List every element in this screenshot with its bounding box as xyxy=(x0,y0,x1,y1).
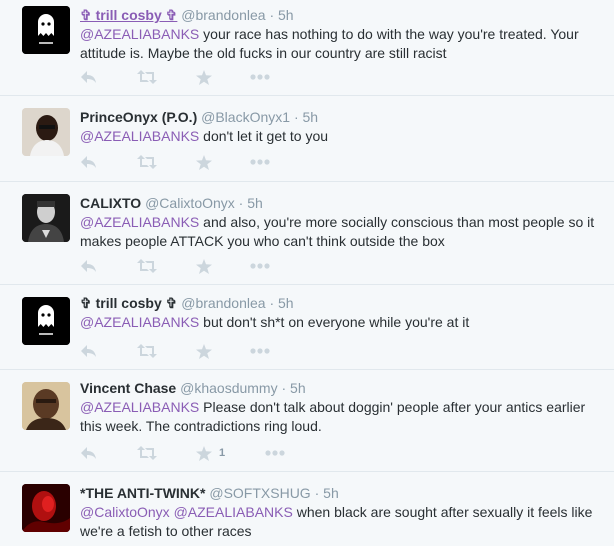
tweet-header: PrinceOnyx (P.O.) @BlackOnyx1 · 5h xyxy=(80,109,319,125)
red-avatar-icon xyxy=(22,484,70,532)
tweet: ✞ trill cosby ✞ @brandonlea · 5h @AZEALI… xyxy=(0,0,614,96)
tweet-text: @CalixtoOnyx @AZEALIABANKS when black ar… xyxy=(80,504,593,539)
person-avatar-2-icon xyxy=(22,382,70,430)
tweet-text: @AZEALIABANKS but don't sh*t on everyone… xyxy=(80,314,470,330)
star-icon[interactable] xyxy=(196,257,212,275)
mention-link[interactable]: @AZEALIABANKS xyxy=(80,214,199,230)
tweet-header: Vincent Chase @khaosdummy · 5h xyxy=(80,380,306,396)
star-icon[interactable] xyxy=(196,68,212,86)
tweet-timestamp[interactable]: 5h xyxy=(247,195,263,211)
user-fullname[interactable]: ✞ trill cosby ✞ xyxy=(80,7,177,23)
tweet-timestamp[interactable]: 5h xyxy=(303,109,319,125)
tweet-text: @AZEALIABANKS don't let it get to you xyxy=(80,128,329,144)
tweet: *THE ANTI-TWINK* @SOFTXSHUG · 5h @Calixt… xyxy=(0,472,614,546)
retweet-icon[interactable] xyxy=(137,153,157,171)
tweet-timestamp[interactable]: 5h xyxy=(278,7,294,23)
retweet-icon[interactable] xyxy=(137,342,157,360)
mention-link[interactable]: @AZEALIABANKS xyxy=(80,128,199,144)
more-icon[interactable] xyxy=(250,257,270,275)
user-handle[interactable]: @BlackOnyx1 xyxy=(201,109,290,125)
mention-link[interactable]: @AZEALIABANKS xyxy=(80,399,199,415)
user-handle[interactable]: @brandonlea xyxy=(181,7,265,23)
person-avatar-icon xyxy=(22,108,70,156)
mention-link[interactable]: @AZEALIABANKS xyxy=(174,504,293,520)
ghost-avatar-icon xyxy=(22,6,70,54)
more-icon[interactable] xyxy=(250,342,270,360)
tweet: ✞ trill cosby ✞ @brandonlea · 5h @AZEALI… xyxy=(0,285,614,370)
reply-icon[interactable] xyxy=(80,153,97,171)
tweet-text: @AZEALIABANKS Please don't talk about do… xyxy=(80,399,586,434)
tweet: Vincent Chase @khaosdummy · 5h @AZEALIAB… xyxy=(0,370,614,472)
user-fullname[interactable]: CALIXTO xyxy=(80,195,141,211)
more-icon[interactable] xyxy=(250,68,270,86)
star-icon[interactable] xyxy=(196,153,212,171)
user-handle[interactable]: @SOFTXSHUG xyxy=(209,485,310,501)
tweet-timeline: ✞ trill cosby ✞ @brandonlea · 5h @AZEALI… xyxy=(0,0,614,546)
reply-icon[interactable] xyxy=(80,444,97,462)
retweet-icon[interactable] xyxy=(137,68,157,86)
retweet-icon[interactable] xyxy=(137,444,157,462)
tweet-timestamp[interactable]: 5h xyxy=(290,380,306,396)
tweet-header: *THE ANTI-TWINK* @SOFTXSHUG · 5h xyxy=(80,485,339,501)
favorite-count: 1 xyxy=(219,447,226,459)
user-handle[interactable]: @CalixtoOnyx xyxy=(145,195,235,211)
tweet-timestamp[interactable]: 5h xyxy=(323,485,339,501)
avatar[interactable] xyxy=(22,484,70,532)
reply-icon[interactable] xyxy=(80,68,97,86)
mention-link[interactable]: @AZEALIABANKS xyxy=(80,314,199,330)
tweet: PrinceOnyx (P.O.) @BlackOnyx1 · 5h @AZEA… xyxy=(0,96,614,182)
tweet-header: ✞ trill cosby ✞ @brandonlea · 5h xyxy=(80,7,294,23)
reply-icon[interactable] xyxy=(80,257,97,275)
user-fullname[interactable]: *THE ANTI-TWINK* xyxy=(80,485,205,501)
star-icon[interactable] xyxy=(196,342,212,360)
mention-link[interactable]: @AZEALIABANKS xyxy=(80,26,199,42)
tweet: CALIXTO @CalixtoOnyx · 5h @AZEALIABANKS … xyxy=(0,182,614,285)
retweet-icon[interactable] xyxy=(137,257,157,275)
user-fullname[interactable]: ✞ trill cosby ✞ xyxy=(80,295,177,311)
favorite-button[interactable]: 1 xyxy=(196,444,225,462)
ghost-avatar-icon xyxy=(22,297,70,345)
tweet-header: ✞ trill cosby ✞ @brandonlea · 5h xyxy=(80,295,294,311)
more-icon[interactable] xyxy=(250,153,270,171)
reply-icon[interactable] xyxy=(80,342,97,360)
user-handle[interactable]: @brandonlea xyxy=(181,295,265,311)
user-handle[interactable]: @khaosdummy xyxy=(180,380,277,396)
user-fullname[interactable]: PrinceOnyx (P.O.) xyxy=(80,109,197,125)
avatar[interactable] xyxy=(22,194,70,242)
more-icon[interactable] xyxy=(265,444,285,462)
avatar[interactable] xyxy=(22,108,70,156)
person-bw-avatar-icon xyxy=(22,194,70,242)
avatar[interactable] xyxy=(22,297,70,345)
avatar[interactable] xyxy=(22,382,70,430)
avatar[interactable] xyxy=(22,6,70,54)
tweet-text: @AZEALIABANKS your race has nothing to d… xyxy=(80,26,579,61)
star-icon xyxy=(196,445,212,461)
tweet-text: @AZEALIABANKS and also, you're more soci… xyxy=(80,214,595,249)
user-fullname[interactable]: Vincent Chase xyxy=(80,380,176,396)
mention-link[interactable]: @CalixtoOnyx xyxy=(80,504,170,520)
tweet-header: CALIXTO @CalixtoOnyx · 5h xyxy=(80,195,263,211)
tweet-timestamp[interactable]: 5h xyxy=(278,295,294,311)
